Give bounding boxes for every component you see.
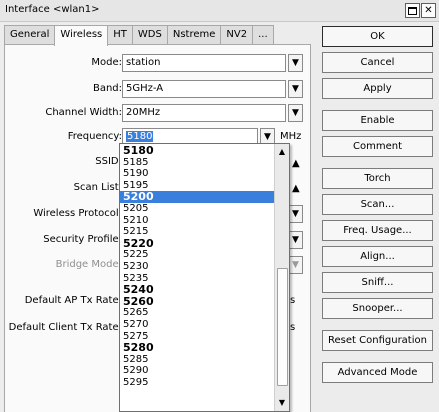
- window-title: Interface <wlan1>: [5, 4, 100, 15]
- close-icon[interactable]: ✕: [421, 3, 436, 18]
- frequency-option[interactable]: 5290: [120, 365, 274, 377]
- cancel-button[interactable]: Cancel: [322, 52, 433, 73]
- frequency-option[interactable]: 5230: [120, 261, 274, 273]
- close-glyph: ✕: [424, 5, 433, 16]
- comment-button[interactable]: Comment: [322, 136, 433, 157]
- frequency-option[interactable]: 5205: [120, 203, 274, 215]
- scan-list-scroll-up-icon: ▲: [292, 183, 300, 194]
- frequency-option[interactable]: 5285: [120, 354, 274, 366]
- frequency-unit: MHz: [280, 131, 302, 142]
- tab-general[interactable]: General: [4, 25, 56, 45]
- mode-select[interactable]: station: [122, 54, 286, 72]
- bridge-mode-label: Bridge Mode:: [55, 259, 122, 270]
- default-client-tx-rate-unit: s: [290, 322, 296, 333]
- torch-button[interactable]: Torch: [322, 168, 433, 189]
- frequency-option[interactable]: 5220: [120, 238, 274, 250]
- frequency-option[interactable]: 5180: [120, 145, 274, 157]
- frequency-option[interactable]: 5215: [120, 226, 274, 238]
- tab-wds[interactable]: WDS: [131, 25, 168, 45]
- band-dropdown-icon[interactable]: ▼: [288, 80, 303, 98]
- reset-configuration-button[interactable]: Reset Configuration: [322, 330, 433, 351]
- frequency-option[interactable]: 5225: [120, 249, 274, 261]
- frequency-option[interactable]: 5270: [120, 319, 274, 331]
- tab-ht[interactable]: HT: [107, 25, 133, 45]
- ssid-scroll-up-icon: ▲: [292, 158, 300, 169]
- frequency-option[interactable]: 5200: [120, 191, 274, 203]
- tab-strip: General Wireless HT WDS Nstreme NV2 ...: [4, 25, 274, 46]
- wireless-protocol-dropdown-icon[interactable]: ▼: [288, 205, 303, 223]
- enable-button[interactable]: Enable: [322, 110, 433, 131]
- mode-row: Mode: station ▼: [5, 54, 312, 74]
- default-ap-tx-rate-unit: s: [290, 295, 296, 306]
- scan-list-label: Scan List:: [73, 182, 122, 193]
- scroll-down-icon[interactable]: ▼: [276, 397, 288, 409]
- frequency-option[interactable]: 5210: [120, 215, 274, 227]
- advanced-mode-button[interactable]: Advanced Mode: [322, 362, 433, 383]
- frequency-list-scrollbar[interactable]: ▲ ▼: [274, 144, 289, 411]
- scan-button[interactable]: Scan...: [322, 194, 433, 215]
- freq-usage-button[interactable]: Freq. Usage...: [322, 220, 433, 241]
- default-ap-tx-rate-label: Default AP Tx Rate:: [24, 295, 122, 306]
- frequency-dropdown-list[interactable]: 5180 5185 5190 5195 5200 5205 5210 5215 5220 5225…: [119, 143, 290, 412]
- tab-wireless[interactable]: Wireless: [54, 25, 109, 46]
- maximize-icon[interactable]: [405, 3, 420, 18]
- frequency-options: 5180 5185 5190 5195 5200 5205 5210 5215 5220 5225…: [120, 145, 274, 388]
- scroll-thumb[interactable]: [277, 267, 288, 386]
- sniff-button[interactable]: Sniff...: [322, 272, 433, 293]
- frequency-value: 5180: [126, 131, 154, 142]
- channel-width-label: Channel Width:: [45, 107, 122, 118]
- tab-more[interactable]: ...: [252, 25, 274, 45]
- ok-button[interactable]: OK: [322, 26, 433, 47]
- frequency-option[interactable]: 5295: [120, 377, 274, 389]
- tab-nstreme[interactable]: Nstreme: [166, 25, 222, 45]
- frequency-option[interactable]: 5240: [120, 284, 274, 296]
- frequency-option[interactable]: 5280: [120, 342, 274, 354]
- wireless-protocol-label: Wireless Protocol:: [33, 208, 122, 219]
- scroll-up-icon[interactable]: ▲: [276, 146, 288, 158]
- security-profile-label: Security Profile:: [43, 234, 122, 245]
- maximize-glyph: [408, 6, 417, 15]
- mode-label: Mode:: [91, 57, 122, 68]
- band-label: Band:: [92, 83, 122, 94]
- frequency-label: Frequency:: [67, 131, 122, 142]
- default-client-tx-rate-label: Default Client Tx Rate:: [8, 322, 122, 333]
- frequency-option[interactable]: 5260: [120, 296, 274, 308]
- apply-button[interactable]: Apply: [322, 78, 433, 99]
- channel-width-select[interactable]: 20MHz: [122, 104, 286, 122]
- ssid-label: SSID:: [95, 156, 122, 167]
- frequency-option[interactable]: 5190: [120, 168, 274, 180]
- channel-width-dropdown-icon[interactable]: ▼: [288, 104, 303, 122]
- tab-nv2[interactable]: NV2: [220, 25, 254, 45]
- title-bar: Interface <wlan1> ✕: [0, 0, 439, 22]
- band-row: Band: 5GHz-A ▼: [5, 80, 312, 100]
- frequency-option[interactable]: 5265: [120, 307, 274, 319]
- channel-width-row: Channel Width: 20MHz ▼: [5, 104, 312, 124]
- align-button[interactable]: Align...: [322, 246, 433, 267]
- frequency-option[interactable]: 5185: [120, 157, 274, 169]
- security-profile-dropdown-icon[interactable]: ▼: [288, 231, 303, 249]
- mode-dropdown-icon[interactable]: ▼: [288, 54, 303, 72]
- band-select[interactable]: 5GHz-A: [122, 80, 286, 98]
- bridge-mode-dropdown-icon: ▼: [288, 256, 303, 274]
- snooper-button[interactable]: Snooper...: [322, 298, 433, 319]
